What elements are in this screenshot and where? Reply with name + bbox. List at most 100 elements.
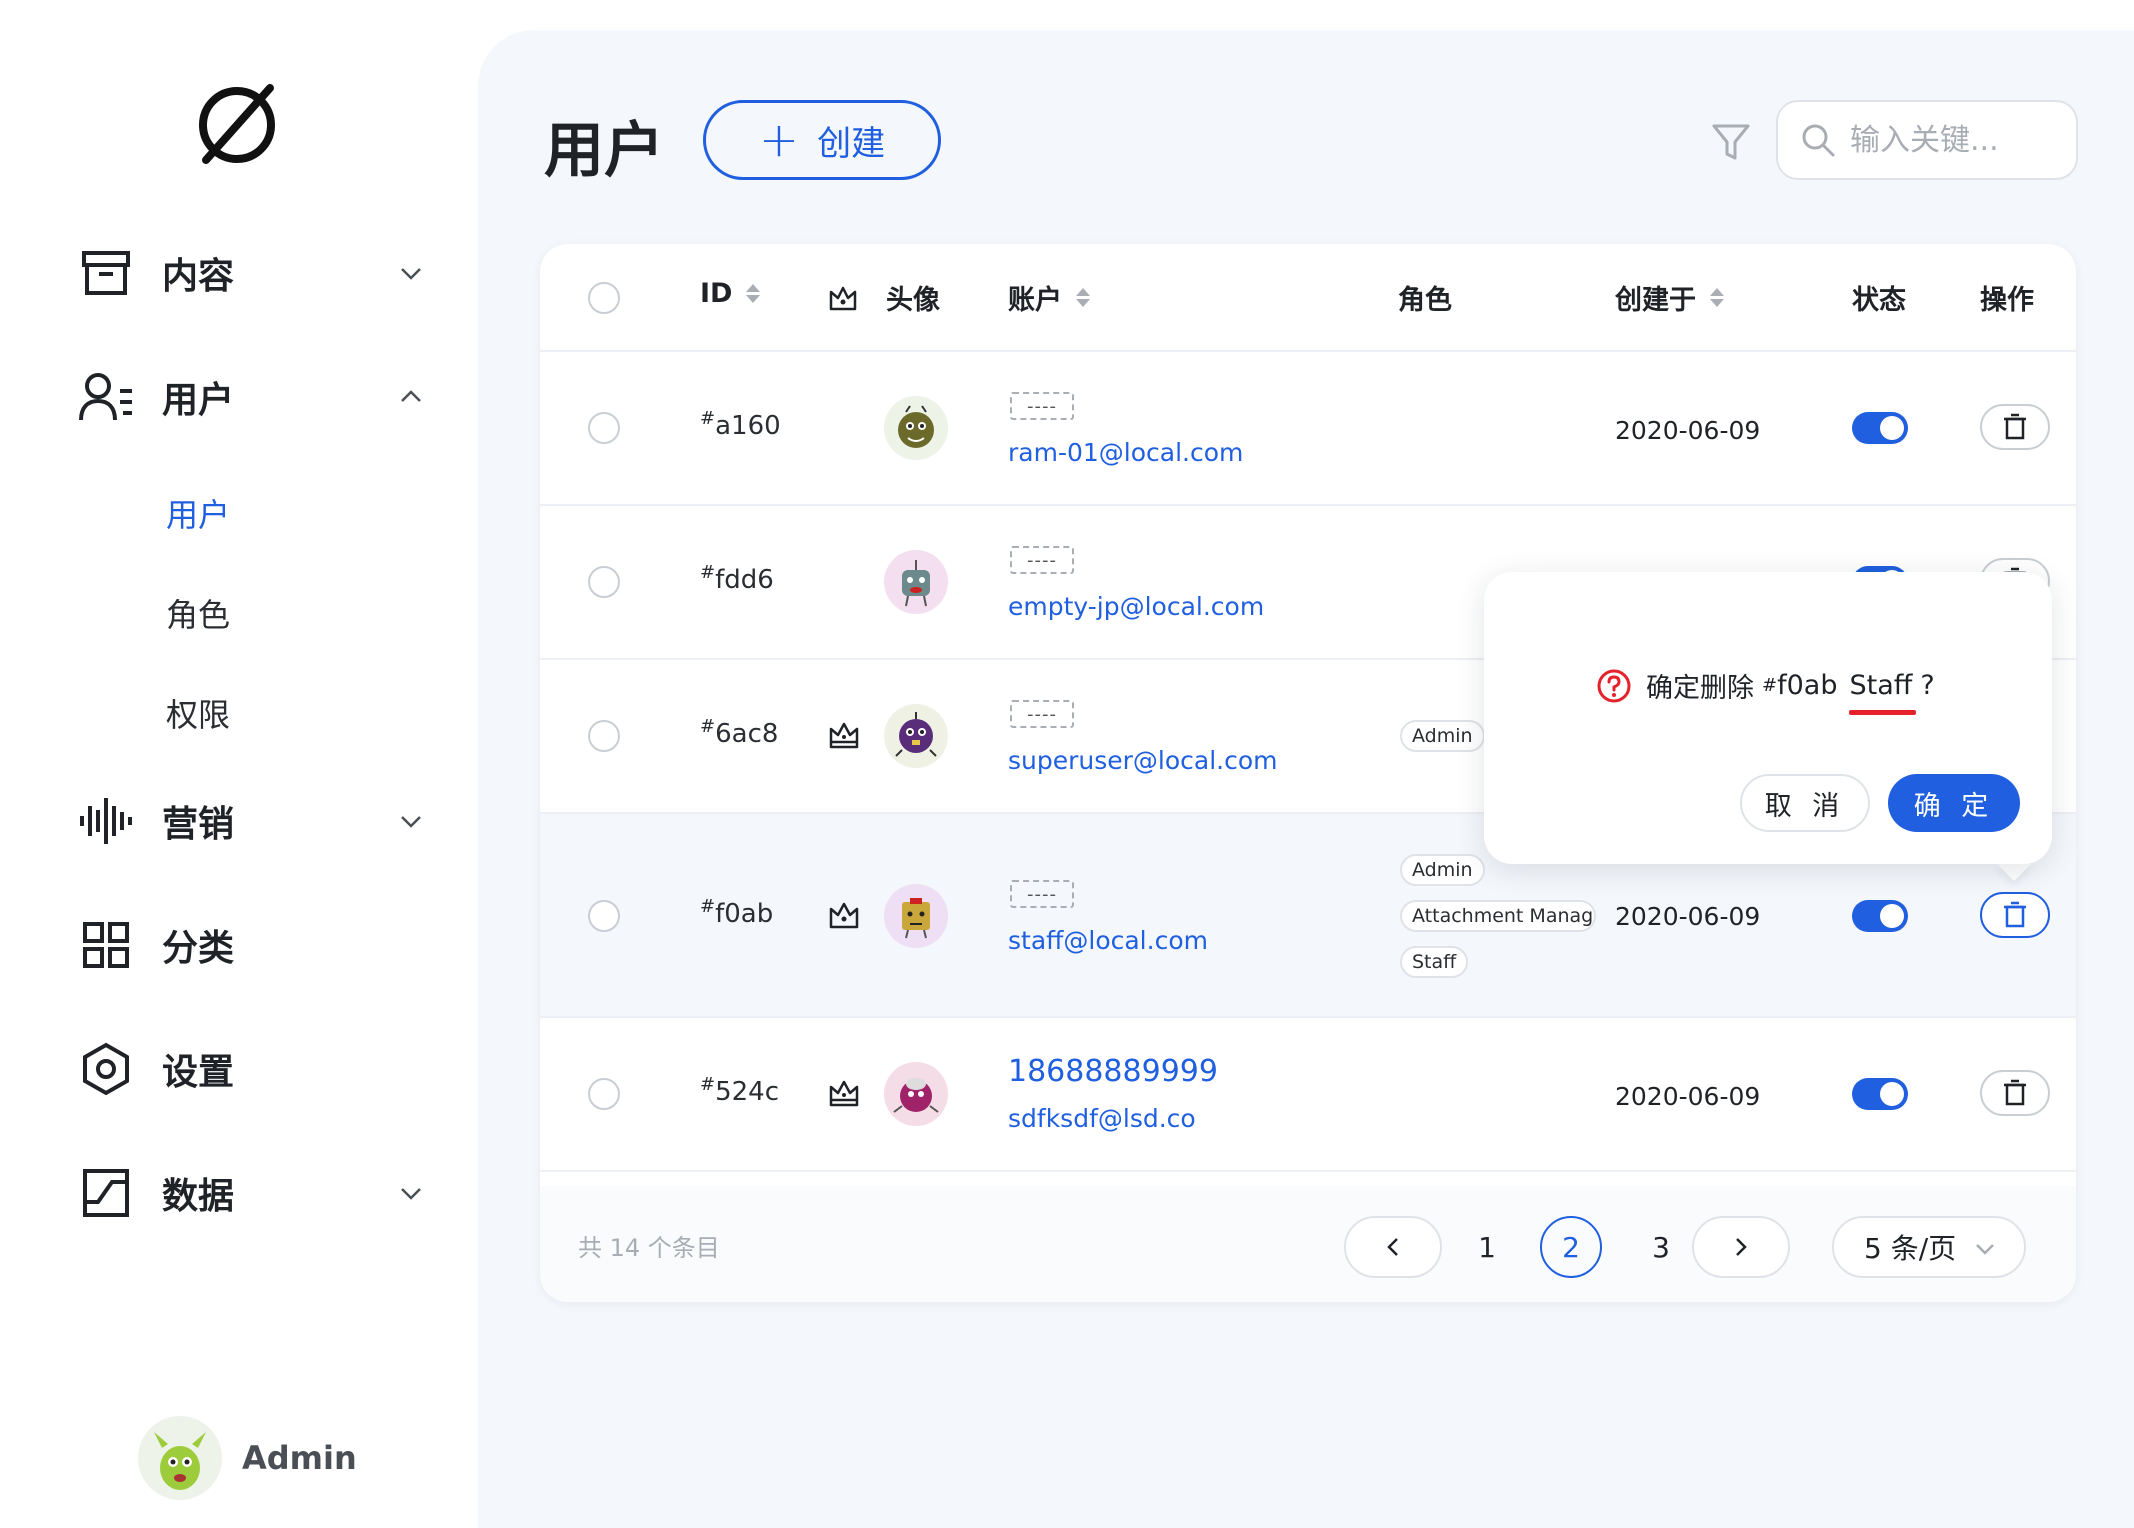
page-title: 用户 [544, 116, 664, 186]
sidebar-item-label: 内容 [162, 256, 235, 297]
table-header: ID 头像 账户 角色 创建于 状态 操作 [540, 244, 2076, 352]
sidebar-item-marketing[interactable]: 营销 [76, 786, 426, 856]
status-toggle[interactable] [1852, 1078, 1908, 1110]
question-circle-icon [1597, 669, 1631, 702]
grid-icon [76, 915, 136, 975]
popconfirm-suffix: ? [1920, 670, 1935, 701]
next-page-button[interactable] [1692, 1216, 1790, 1278]
logo-icon [199, 84, 275, 164]
trash-icon [2004, 1079, 2026, 1106]
user-id: #a160 [700, 408, 781, 441]
column-label: 角色 [1398, 285, 1452, 316]
user-id: #6ac8 [700, 716, 779, 749]
page-number[interactable]: 3 [1630, 1216, 1692, 1278]
search-icon [1802, 124, 1835, 157]
crown-outline-icon [829, 902, 859, 929]
column-header-account[interactable]: 账户 [1008, 278, 1090, 317]
user-email-link[interactable]: superuser@local.com [1008, 746, 1278, 775]
user-email-link[interactable]: staff@local.com [1008, 926, 1208, 955]
user-phone-link[interactable]: 18688889999 [1008, 1054, 1218, 1089]
create-button[interactable]: + 创建 [703, 100, 941, 180]
table-row: #a160 ---- ram-01@local.com 2020-06-09 [540, 352, 2076, 506]
page-number[interactable]: 1 [1456, 1216, 1518, 1278]
sidebar-item-category[interactable]: 分类 [76, 910, 426, 980]
sidebar-item-label: 分类 [162, 928, 235, 969]
sidebar-item-users[interactable]: 用户 [76, 362, 426, 432]
column-header-created[interactable]: 创建于 [1615, 278, 1724, 317]
column-header-avatar: 头像 [886, 278, 940, 317]
role-tag: Staff [1400, 946, 1469, 978]
sort-icon [1710, 288, 1724, 307]
trash-icon [2004, 413, 2026, 440]
row-checkbox[interactable] [588, 566, 620, 598]
confirm-button[interactable]: 确 定 [1888, 774, 2020, 832]
user-id: #f0ab [700, 896, 774, 929]
column-label: 创建于 [1615, 285, 1696, 316]
user-email-link[interactable]: ram-01@local.com [1008, 438, 1243, 467]
users-icon [76, 367, 136, 427]
sidebar-item-data[interactable]: 数据 [76, 1158, 426, 1228]
role-tag: Admin [1400, 720, 1485, 752]
row-checkbox[interactable] [588, 1078, 620, 1110]
plus-icon: + [758, 112, 800, 168]
delete-button[interactable] [1980, 1070, 2050, 1116]
role-tag: Admin [1400, 854, 1485, 886]
column-label: ID [700, 278, 733, 309]
sidebar-subitem-users[interactable]: 用户 [166, 490, 230, 536]
column-label: 账户 [1008, 285, 1062, 316]
prev-page-button[interactable] [1344, 1216, 1442, 1278]
avatar [138, 1416, 222, 1500]
user-email-link[interactable]: empty-jp@local.com [1008, 592, 1264, 621]
created-date: 2020-06-09 [1615, 1082, 1761, 1111]
nickname-placeholder: ---- [1010, 546, 1074, 574]
sidebar-subitem-roles[interactable]: 角色 [166, 590, 230, 636]
column-header-id[interactable]: ID [700, 278, 761, 309]
sort-icon [746, 284, 761, 303]
column-header-roles: 角色 [1398, 278, 1452, 317]
chevron-down-icon [401, 268, 421, 280]
current-user[interactable]: Admin [138, 1416, 357, 1500]
archive-icon [76, 243, 136, 303]
search-input[interactable] [1850, 122, 2060, 158]
column-header-status: 状态 [1852, 278, 1906, 317]
created-date: 2020-06-09 [1615, 416, 1761, 445]
created-date: 2020-06-09 [1615, 902, 1761, 931]
popconfirm-target-name: Staff [1849, 670, 1917, 715]
delete-button[interactable] [1980, 404, 2050, 450]
row-checkbox[interactable] [588, 720, 620, 752]
sidebar: 内容 用户 用户 角色 权限 营销 分类 设置 数据 Admin [0, 0, 478, 1528]
popconfirm-hash: # [1762, 675, 1778, 696]
sidebar-item-label: 用户 [162, 380, 235, 421]
avatar [884, 1062, 948, 1126]
chevron-down-icon [401, 816, 421, 828]
page-size-select[interactable]: 5 条/页 [1832, 1216, 2026, 1278]
crown-icon [829, 722, 859, 749]
status-toggle[interactable] [1852, 412, 1908, 444]
chevron-down-icon [1976, 1244, 1994, 1255]
row-checkbox[interactable] [588, 900, 620, 932]
sidebar-item-content[interactable]: 内容 [76, 238, 426, 308]
user-email-link[interactable]: sdfksdf@lsd.co [1008, 1104, 1196, 1133]
chevron-down-icon [401, 1188, 421, 1200]
chevron-left-icon [1387, 1238, 1398, 1256]
sort-icon [1076, 288, 1090, 307]
search-box[interactable] [1776, 100, 2078, 180]
row-checkbox[interactable] [588, 412, 620, 444]
sidebar-item-settings[interactable]: 设置 [76, 1034, 426, 1104]
cancel-button[interactable]: 取 消 [1740, 774, 1870, 832]
table-footer: 共 14 个条目 1 2 3 5 条/页 [540, 1186, 2076, 1302]
page-size-label: 5 条/页 [1864, 1232, 1957, 1265]
nickname-placeholder: ---- [1010, 392, 1074, 420]
popconfirm-prefix: 确定删除 [1646, 673, 1754, 704]
sidebar-item-label: 营销 [162, 804, 235, 845]
delete-button[interactable] [1980, 892, 2050, 938]
page-number-current[interactable]: 2 [1540, 1216, 1602, 1278]
select-all-checkbox[interactable] [588, 282, 620, 314]
crown-icon [829, 1080, 859, 1107]
user-id: #524c [700, 1074, 780, 1107]
delete-popconfirm: 确定删除 # f0ab Staff ? 取 消 确 定 [1484, 572, 2052, 864]
filter-icon[interactable] [1710, 120, 1752, 162]
avatar [884, 550, 948, 614]
sidebar-subitem-permissions[interactable]: 权限 [166, 690, 230, 736]
status-toggle[interactable] [1852, 900, 1908, 932]
